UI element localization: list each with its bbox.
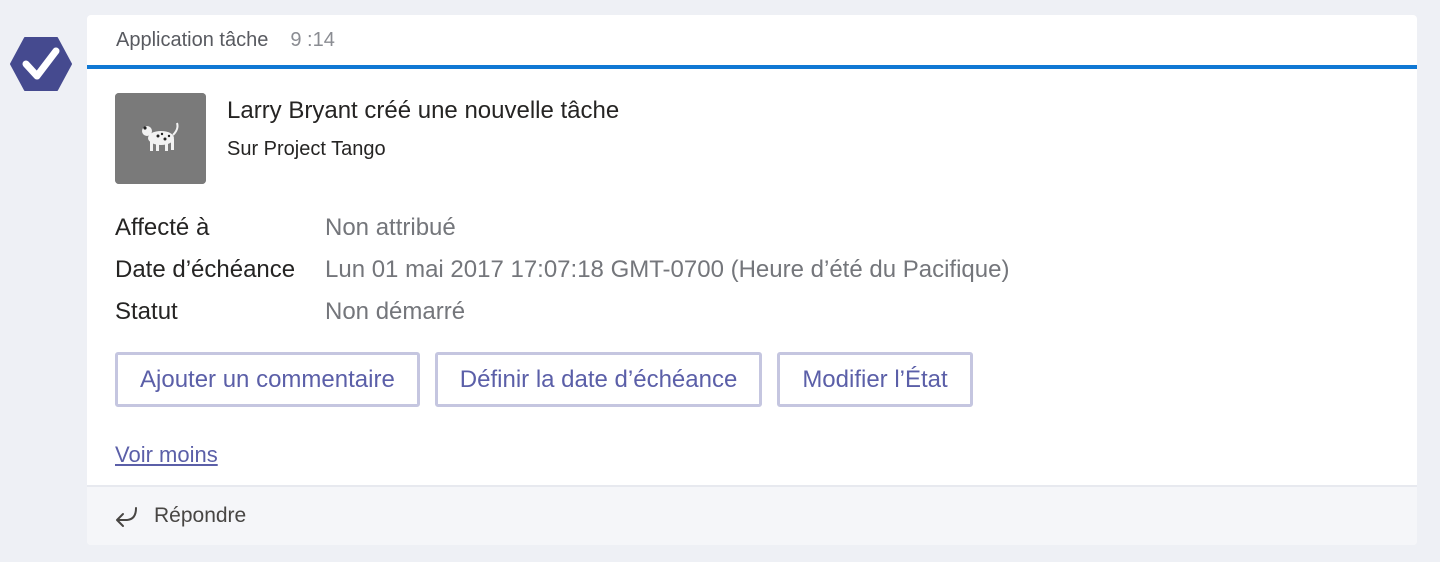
fact-value: Lun 01 mai 2017 17:07:18 GMT-0700 (Heure… [325,256,1010,283]
reply-bar[interactable]: Répondre [87,485,1417,545]
dalmatian-dog-image [115,93,206,184]
reply-label: Répondre [154,504,247,527]
checkmark-hexagon-icon [10,37,72,91]
card-title: Larry Bryant créé une nouvelle tâche [227,97,620,124]
sender-name[interactable]: Application tâche [116,29,268,52]
message-card: Application tâche 9 :14 Larry Bryant cré… [87,15,1417,545]
message-timestamp: 9 :14 [290,28,335,51]
fact-row-status: Statut Non démarré [115,291,1009,333]
fact-label: Date d’échéance [115,256,296,283]
card-subtitle: Sur Project Tango [227,138,386,160]
change-status-button[interactable]: Modifier l’État [777,352,973,407]
reply-arrow-icon [116,507,137,527]
fact-row-assigned: Affecté à Non attribué [115,207,1009,249]
fact-label: Statut [115,298,178,325]
message-header: Application tâche 9 :14 [87,15,1417,69]
add-comment-button[interactable]: Ajouter un commentaire [115,352,420,407]
set-due-date-button[interactable]: Définir la date d’échéance [434,352,763,407]
action-set: Ajouter un commentaire Définir la date d… [115,352,988,407]
fact-value: Non démarré [325,298,466,325]
fact-value: Non attribué [325,214,456,241]
app-avatar [10,36,72,92]
fact-row-due-date: Date d’échéance Lun 01 mai 2017 17:07:18… [115,249,1009,291]
task-thumbnail [115,93,206,184]
fact-label: Affecté à [115,214,210,241]
fact-set: Affecté à Non attribué Date d’échéance L… [115,207,1009,333]
see-less-link[interactable]: Voir moins [115,442,218,468]
